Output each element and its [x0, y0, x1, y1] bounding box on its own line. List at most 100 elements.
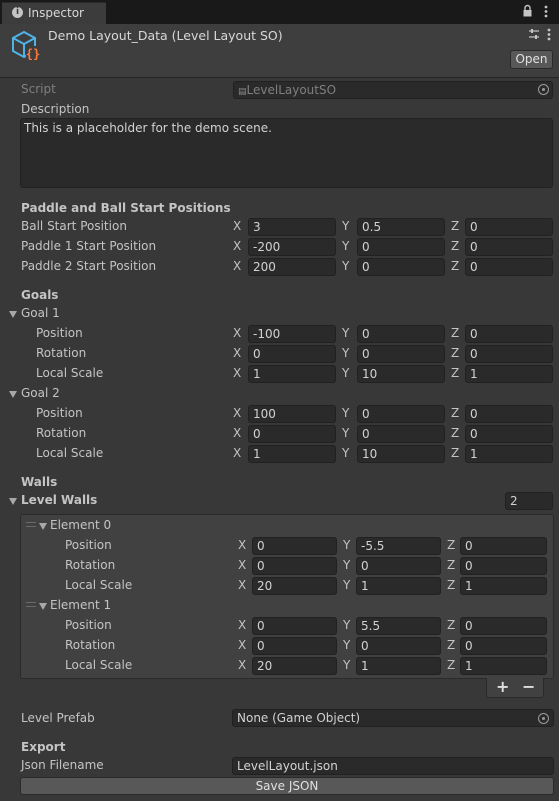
goal1-rotation-x[interactable]: 0 [248, 345, 336, 363]
element1-scale-z[interactable]: 1 [460, 657, 547, 675]
goal2-scale-z[interactable]: 1 [465, 445, 553, 463]
goal1-scale-z[interactable]: 1 [465, 365, 553, 383]
goal2-rotation-x[interactable]: 0 [248, 425, 336, 443]
foldout-arrow-icon[interactable] [9, 391, 17, 398]
foldout-arrow-icon[interactable] [9, 311, 17, 318]
ball-start-label: Ball Start Position [21, 219, 127, 233]
paddle1-start-y[interactable]: 0 [357, 238, 445, 256]
paddles-heading: Paddle and Ball Start Positions [21, 201, 231, 215]
element1-position-z[interactable]: 0 [460, 617, 547, 635]
axis-x-label: X [238, 638, 247, 652]
axis-x-label: X [238, 618, 247, 632]
element0-scale-label: Local Scale [65, 578, 133, 592]
object-picker-icon [538, 84, 549, 95]
goal2-scale-y[interactable]: 10 [357, 445, 445, 463]
element0-rotation-y[interactable]: 0 [356, 557, 441, 575]
object-picker-icon[interactable] [538, 713, 549, 724]
element0-position-y[interactable]: -5.5 [356, 537, 441, 555]
foldout-arrow-icon[interactable] [9, 498, 17, 505]
paddle2-start-y[interactable]: 0 [357, 258, 445, 276]
drag-handle-icon[interactable] [26, 522, 36, 527]
axis-y-label: Y [342, 326, 350, 340]
level-walls-count[interactable]: 2 [505, 492, 553, 510]
open-button[interactable]: Open [510, 50, 553, 69]
paddle1-start-label: Paddle 1 Start Position [21, 239, 157, 253]
tab-inspector[interactable]: i Inspector [2, 2, 106, 24]
paddle1-start-z[interactable]: 0 [465, 238, 553, 256]
axis-x-label: X [233, 219, 242, 233]
axis-y-label: Y [343, 658, 351, 672]
lock-icon[interactable] [522, 4, 533, 21]
element0-position-x[interactable]: 0 [252, 537, 337, 555]
foldout-arrow-icon[interactable] [39, 523, 47, 530]
kebab-menu-icon[interactable] [547, 28, 551, 44]
goal2-position-label: Position [36, 406, 83, 420]
json-filename-input[interactable]: LevelLayout.json [232, 757, 554, 775]
axis-y-label: Y [342, 219, 350, 233]
element1-foldout[interactable]: Element 1 [50, 598, 111, 612]
paddle1-start-x[interactable]: -200 [248, 238, 336, 256]
element0-scale-y[interactable]: 1 [356, 577, 441, 595]
goal2-position-z[interactable]: 0 [465, 405, 553, 423]
foldout-arrow-icon[interactable] [39, 603, 47, 610]
element0-foldout[interactable]: Element 0 [50, 518, 111, 532]
element0-rotation-x[interactable]: 0 [252, 557, 337, 575]
element0-scale-x[interactable]: 20 [252, 577, 337, 595]
level-prefab-field[interactable]: None (Game Object) [232, 709, 554, 727]
paddle2-start-z[interactable]: 0 [465, 258, 553, 276]
walls-heading: Walls [21, 475, 58, 489]
axis-x-label: X [238, 538, 247, 552]
paddle2-start-x[interactable]: 200 [248, 258, 336, 276]
element1-rotation-y[interactable]: 0 [356, 637, 441, 655]
axis-z-label: Z [447, 558, 456, 572]
save-json-button[interactable]: Save JSON [20, 777, 554, 795]
description-textarea[interactable]: This is a placeholder for the demo scene… [20, 118, 553, 188]
element1-position-label: Position [65, 618, 112, 632]
element1-rotation-x[interactable]: 0 [252, 637, 337, 655]
goal1-position-x[interactable]: -100 [248, 325, 336, 343]
goal1-position-z[interactable]: 0 [465, 325, 553, 343]
goal1-rotation-z[interactable]: 0 [465, 345, 553, 363]
axis-z-label: Z [451, 259, 460, 273]
element1-scale-label: Local Scale [65, 658, 133, 672]
goal2-rotation-y[interactable]: 0 [357, 425, 445, 443]
axis-x-label: X [233, 366, 242, 380]
axis-y-label: Y [342, 426, 350, 440]
element1-scale-x[interactable]: 20 [252, 657, 337, 675]
goal1-scale-y[interactable]: 10 [357, 365, 445, 383]
ball-start-z[interactable]: 0 [465, 218, 553, 236]
goal1-rotation-y[interactable]: 0 [357, 345, 445, 363]
kebab-menu-icon[interactable] [544, 5, 548, 21]
preset-icon[interactable] [528, 28, 540, 43]
element1-rotation-z[interactable]: 0 [460, 637, 547, 655]
remove-element-button[interactable]: − [522, 677, 535, 696]
axis-x-label: X [233, 406, 242, 420]
axis-z-label: Z [447, 618, 456, 632]
goal2-foldout[interactable]: Goal 2 [21, 386, 60, 400]
drag-handle-icon[interactable] [26, 602, 36, 607]
goal2-scale-x[interactable]: 1 [248, 445, 336, 463]
axis-y-label: Y [343, 538, 351, 552]
element0-rotation-z[interactable]: 0 [460, 557, 547, 575]
goal1-scale-x[interactable]: 1 [248, 365, 336, 383]
axis-x-label: X [233, 326, 242, 340]
add-element-button[interactable]: + [496, 677, 509, 696]
goals-heading: Goals [21, 288, 59, 302]
goal2-position-x[interactable]: 100 [248, 405, 336, 423]
goal2-rotation-z[interactable]: 0 [465, 425, 553, 443]
goal1-position-y[interactable]: 0 [357, 325, 445, 343]
level-walls-foldout[interactable]: Level Walls [21, 493, 97, 507]
goal1-foldout[interactable]: Goal 1 [21, 306, 60, 320]
element0-scale-z[interactable]: 1 [460, 577, 547, 595]
axis-y-label: Y [343, 618, 351, 632]
ball-start-x[interactable]: 3 [248, 218, 336, 236]
element0-position-z[interactable]: 0 [460, 537, 547, 555]
json-filename-label: Json Filename [21, 758, 104, 772]
goal2-position-y[interactable]: 0 [357, 405, 445, 423]
element1-position-y[interactable]: 5.5 [356, 617, 441, 635]
axis-x-label: X [233, 239, 242, 253]
element1-scale-y[interactable]: 1 [356, 657, 441, 675]
element1-position-x[interactable]: 0 [252, 617, 337, 635]
ball-start-y[interactable]: 0.5 [357, 218, 445, 236]
inspector-header: {} Demo Layout_Data (Level Layout SO) Op… [0, 24, 559, 78]
